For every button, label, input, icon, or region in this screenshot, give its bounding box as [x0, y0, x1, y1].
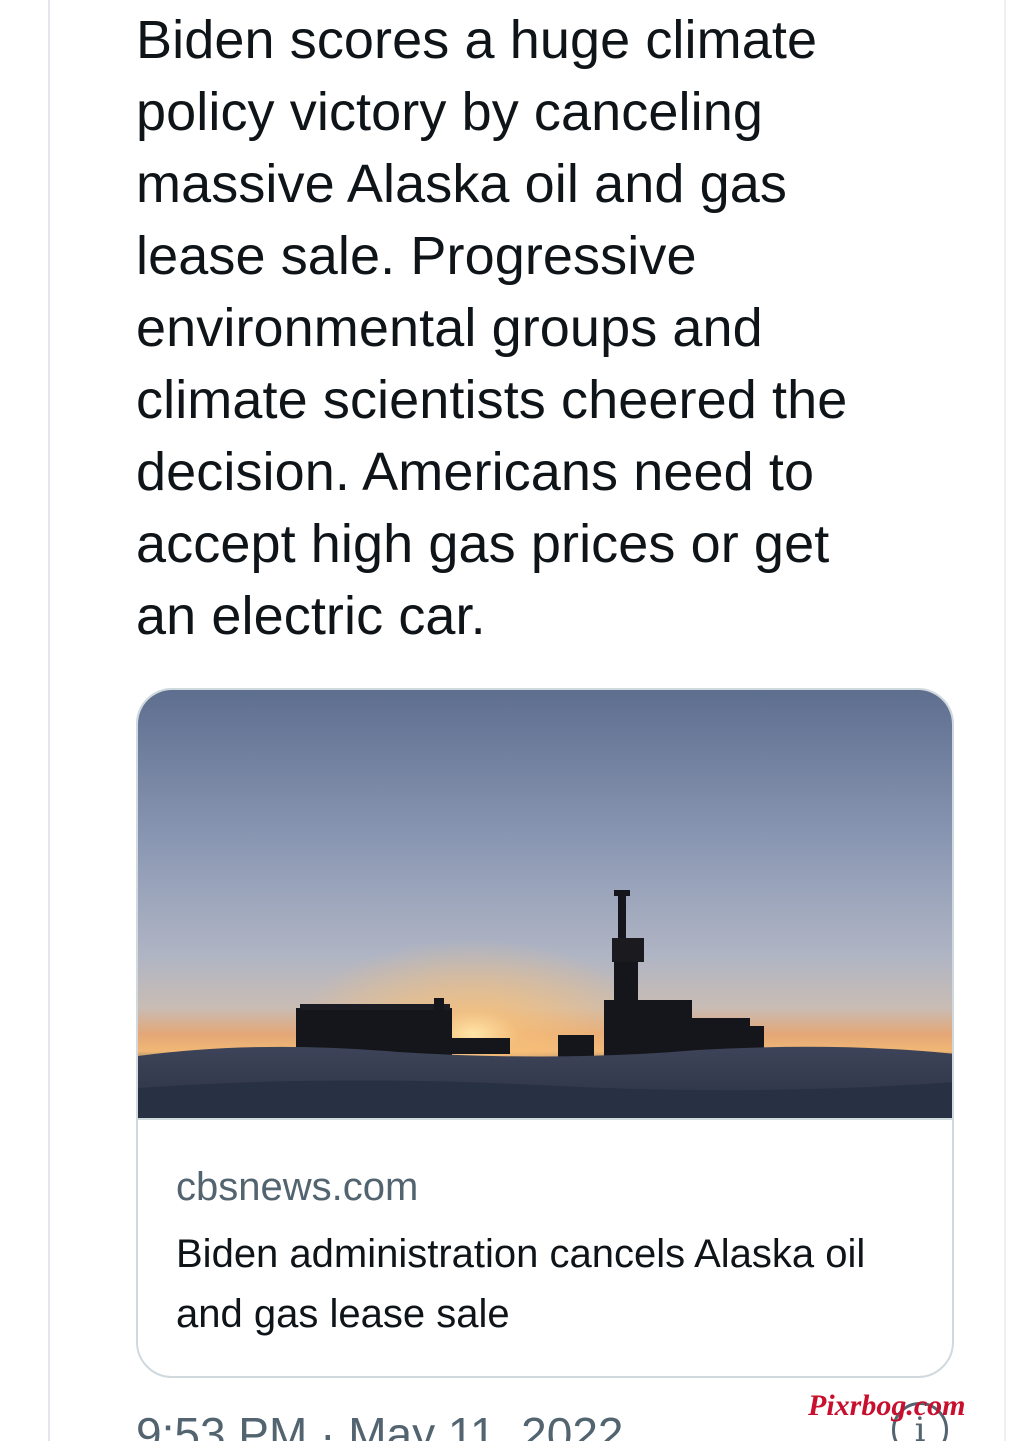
- tweet-detail-page: Biden scores a huge climate policy victo…: [0, 0, 1014, 1441]
- tweet-timestamp[interactable]: 9:53 PM · May 11, 2022: [136, 1404, 624, 1441]
- watermark-logo: Pixrbog.com: [808, 1389, 966, 1422]
- card-headline: Biden administration cancels Alaska oil …: [176, 1232, 866, 1336]
- link-preview-image[interactable]: [138, 690, 954, 1120]
- tweet-text: Biden scores a huge climate policy victo…: [136, 10, 848, 646]
- thread-right-border: [1004, 0, 1006, 1441]
- card-divider: [138, 1118, 952, 1120]
- thread-left-border: [48, 0, 50, 1441]
- card-domain: cbsnews.com: [176, 1165, 419, 1209]
- link-preview-card[interactable]: cbsnews.com Biden administration cancels…: [136, 688, 954, 1378]
